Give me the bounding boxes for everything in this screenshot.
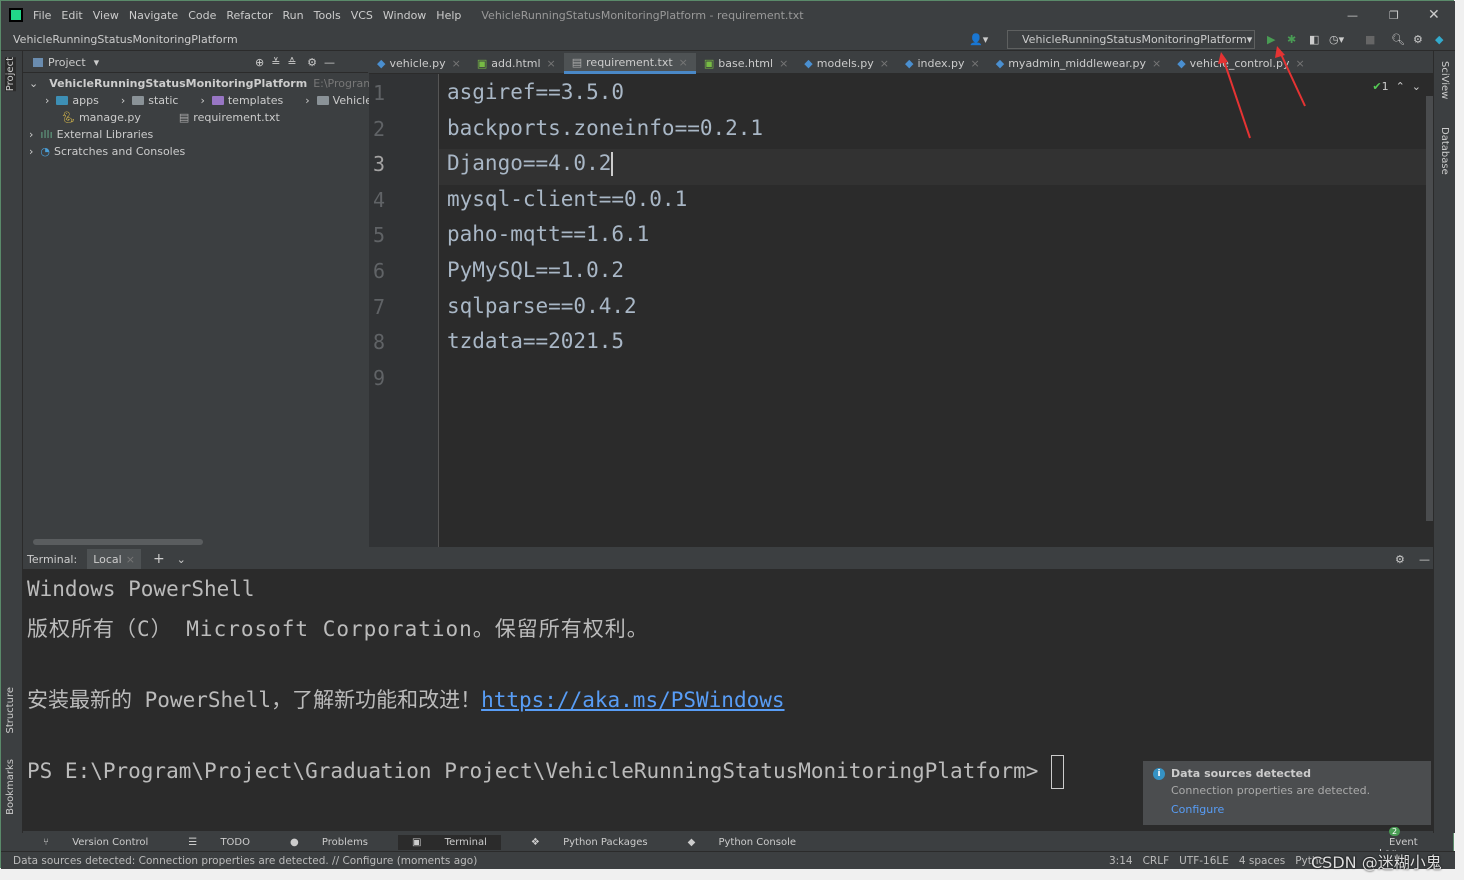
- red-arrows-annotation: [1218, 46, 1306, 139]
